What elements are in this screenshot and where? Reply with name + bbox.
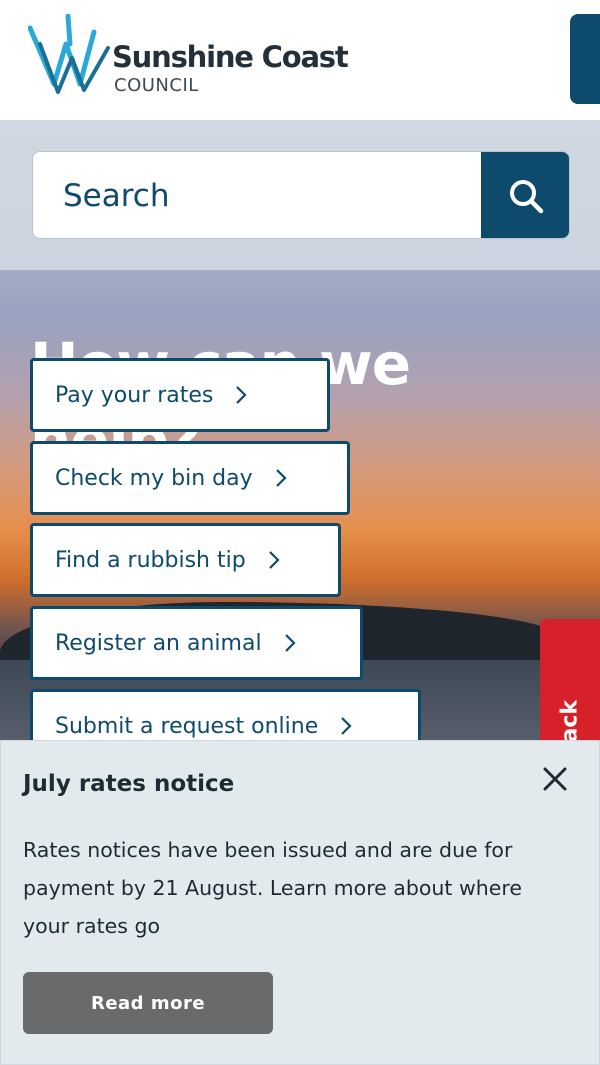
- quick-link-label: Check my bin day: [55, 465, 253, 491]
- chevron-right-icon: [340, 716, 352, 736]
- quick-link-label: Register an animal: [55, 630, 262, 656]
- chevron-right-icon: [275, 468, 287, 488]
- quick-link-register-animal[interactable]: Register an animal: [30, 606, 363, 680]
- site-logo[interactable]: Sunshine Coast COUNCIL: [28, 14, 349, 98]
- search-icon: [510, 180, 544, 214]
- chevron-right-icon: [235, 385, 247, 405]
- quick-link-label: Submit a request online: [55, 713, 319, 739]
- quick-link-pay-rates[interactable]: Pay your rates: [30, 358, 330, 432]
- search-input[interactable]: [33, 152, 481, 238]
- read-more-button[interactable]: Read more: [23, 972, 273, 1034]
- logo-mark-icon: [28, 14, 110, 94]
- close-icon: [543, 767, 567, 791]
- search-box: [32, 151, 570, 239]
- chevron-right-icon: [284, 633, 296, 653]
- menu-button[interactable]: [570, 14, 600, 104]
- rates-notice-banner: July rates notice Rates notices have bee…: [0, 740, 600, 1065]
- logo-name: Sunshine Coast: [112, 40, 349, 74]
- quick-link-rubbish-tip[interactable]: Find a rubbish tip: [30, 523, 341, 597]
- search-button[interactable]: [481, 152, 569, 238]
- site-header: Sunshine Coast COUNCIL: [0, 0, 600, 120]
- feedback-tab[interactable]: Feedback: [540, 619, 600, 759]
- notice-title: July rates notice: [23, 771, 235, 797]
- notice-close-button[interactable]: [539, 763, 571, 795]
- chevron-right-icon: [268, 550, 280, 570]
- quick-link-label: Find a rubbish tip: [55, 547, 246, 573]
- logo-subtitle: COUNCIL: [114, 75, 199, 96]
- notice-body: Rates notices have been issued and are d…: [23, 838, 522, 938]
- quick-link-bin-day[interactable]: Check my bin day: [30, 441, 350, 515]
- quick-link-label: Pay your rates: [55, 382, 214, 408]
